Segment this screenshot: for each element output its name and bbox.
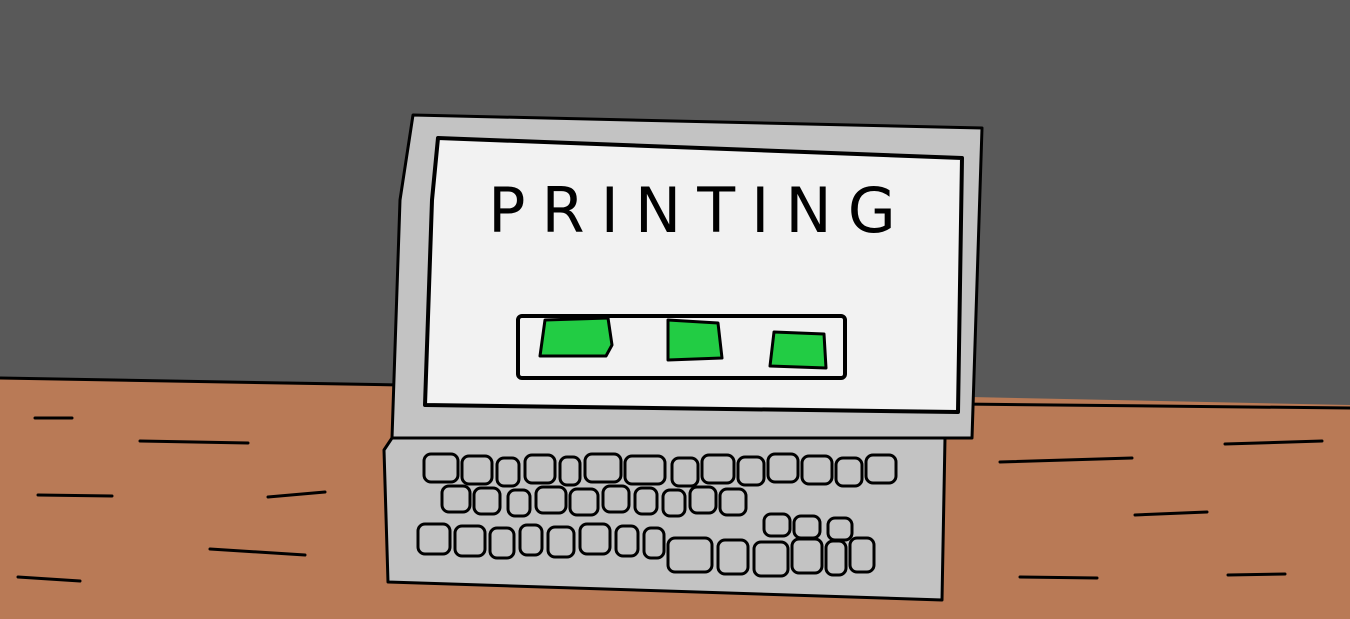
keyboard-key	[506, 488, 532, 518]
keyboard-key	[546, 525, 576, 559]
keyboard-key	[583, 452, 623, 484]
keyboard-key	[488, 526, 516, 560]
keyboard-key	[688, 485, 718, 515]
keyboard-key	[453, 524, 487, 558]
keyboard-key	[518, 523, 544, 557]
keyboard-key	[642, 526, 666, 560]
progress-block-3	[768, 330, 828, 370]
keyboard-key	[440, 484, 472, 514]
keyboard-key	[623, 454, 667, 486]
keyboard-key	[568, 487, 600, 517]
keyboard-key	[633, 486, 659, 516]
keyboard-key	[790, 537, 824, 575]
printing-status-text: PRINTING	[488, 173, 912, 247]
keyboard-key	[718, 487, 748, 517]
keyboard-key	[766, 452, 800, 484]
laptop-printing-scene	[0, 113, 1350, 619]
keyboard-key	[826, 516, 854, 542]
keyboard-key	[661, 488, 687, 518]
keyboard-key	[736, 455, 766, 487]
keyboard-key	[666, 536, 714, 574]
keyboard-key	[824, 539, 848, 577]
keyboard-key	[834, 456, 864, 488]
keyboard-key	[752, 540, 790, 578]
keyboard-key	[578, 522, 612, 556]
keyboard-key	[792, 514, 822, 540]
keyboard-key	[472, 486, 502, 516]
keyboard-key	[495, 456, 521, 488]
keyboard-key	[558, 455, 582, 487]
keyboard-key	[534, 485, 568, 515]
keyboard-key	[716, 538, 750, 576]
keyboard-key	[416, 522, 452, 556]
progress-block-1	[538, 316, 614, 358]
progress-block-2	[666, 318, 724, 362]
keyboard-key	[601, 484, 631, 514]
keyboard-key	[460, 454, 494, 486]
keyboard-key	[800, 454, 834, 486]
keyboard-key	[422, 452, 460, 484]
keyboard-key	[864, 453, 898, 485]
keyboard-key	[670, 456, 700, 488]
keyboard-key	[614, 524, 640, 558]
keyboard-key	[848, 536, 876, 574]
keyboard-key	[700, 453, 736, 485]
keyboard-key	[762, 512, 792, 538]
keyboard-key	[523, 453, 557, 485]
